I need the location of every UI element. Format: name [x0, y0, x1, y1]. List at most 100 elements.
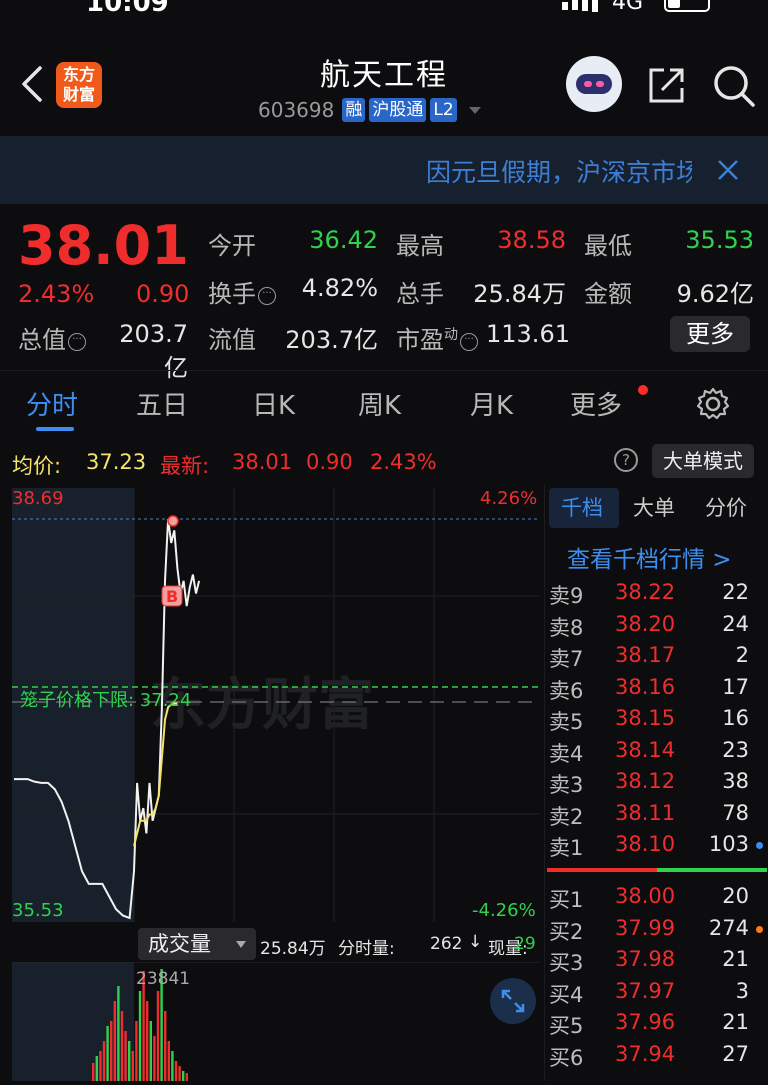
notice-banner[interactable]: 因元旦假期，沪深京市场: [0, 136, 768, 204]
stock-code: 603698: [258, 98, 335, 122]
ask-row[interactable]: 卖7 38.17 2: [545, 643, 768, 675]
volume-bar: [156, 991, 160, 1081]
volume-bar: [117, 986, 120, 1081]
notice-text[interactable]: 因元旦假期，沪深京市场: [426, 153, 692, 189]
volume-bar: [178, 1066, 181, 1081]
ask-price: 38.14: [615, 737, 676, 762]
tab-five-day[interactable]: 五日: [136, 385, 188, 422]
more-button[interactable]: 更多: [670, 316, 750, 352]
order-book-panel: 千档 大单 分价 查看千档行情 > 卖9 38.22 22 卖8 38.20 24 卖7 38…: [544, 484, 768, 1081]
ask-row[interactable]: 卖3 38.12 38: [545, 769, 768, 801]
gear-icon[interactable]: [694, 385, 732, 423]
open-label: 今开: [208, 232, 256, 260]
info-dots-icon[interactable]: ···: [460, 333, 478, 351]
ask-row[interactable]: 卖1 38.10 103: [545, 832, 768, 864]
change-amount: 0.90: [136, 280, 190, 308]
ask-row[interactable]: 卖4 38.14 23: [545, 738, 768, 770]
bid-level-label: 买3: [549, 951, 584, 975]
avg-label: 均价:: [12, 454, 62, 478]
bid-row[interactable]: 买4 37.97 3: [545, 979, 768, 1011]
fullscreen-button[interactable]: [490, 978, 536, 1024]
volume-bar: [92, 1063, 95, 1081]
mktcap-label[interactable]: 总值 ···: [18, 320, 86, 355]
ask-level-label: 卖2: [549, 804, 584, 829]
latest-percent: 2.43%: [370, 450, 437, 474]
volume-bar: [182, 1071, 185, 1081]
ask-row[interactable]: 卖9 38.22 22: [545, 580, 768, 612]
bid-level-label: 买1: [549, 888, 584, 912]
tab-intraday[interactable]: 分时: [26, 385, 78, 422]
volume-chart[interactable]: 23841: [0, 961, 544, 1081]
volume-peak-label: 23841: [136, 969, 190, 989]
info-dots-icon[interactable]: ···: [258, 287, 276, 305]
stock-header: 东方 财富 航天工程 603698 融 沪股通 L2: [0, 40, 768, 130]
high-value: 38.58: [497, 226, 566, 254]
change-dot-icon: [756, 925, 763, 933]
volume-bar: [164, 1011, 167, 1081]
turnover-label[interactable]: 换手 ···: [208, 274, 276, 309]
bid-row[interactable]: 买1 38.00 20: [545, 884, 768, 916]
search-icon[interactable]: [712, 64, 756, 108]
tab-level-depth[interactable]: 千档: [561, 492, 603, 522]
tab-price-split[interactable]: 分价: [705, 492, 747, 522]
ask-volume: 24: [722, 611, 749, 636]
tab-more[interactable]: 更多: [570, 385, 622, 422]
intraday-chart[interactable]: 东方财富 B 38.69 4.26% 笼子价格下限: 37.24 35.53 -…: [0, 484, 544, 924]
avg-value: 37.23: [86, 450, 147, 474]
ask-level-label: 卖6: [549, 678, 584, 703]
help-icon[interactable]: ?: [614, 448, 638, 472]
chart-tabs: 分时 五日 日K 周K 月K 更多: [0, 370, 768, 436]
volume-bar: [174, 1061, 178, 1081]
ask-level-label: 卖9: [549, 584, 584, 608]
amount-value: 9.62亿: [676, 280, 754, 308]
change-dot-icon: [756, 842, 763, 849]
chevron-down-icon[interactable]: [468, 106, 481, 114]
bid-row[interactable]: 买5 37.96 21: [545, 1010, 768, 1042]
volume-bar: [128, 1041, 131, 1081]
ask-volume: 16: [722, 706, 749, 730]
ask-row[interactable]: 卖5 38.15 16: [545, 706, 768, 738]
tab-monthly-k[interactable]: 月K: [470, 385, 513, 422]
buy-marker-text: B: [166, 587, 178, 606]
tag-level2: L2: [430, 98, 457, 122]
volume-bar: [135, 1021, 138, 1081]
ask-level-label: 卖7: [549, 647, 584, 671]
active-tab-indicator: [36, 427, 74, 431]
ask-bid-divider: [547, 868, 767, 872]
tab-weekly-k[interactable]: 周K: [358, 385, 401, 422]
volume-bar: [95, 1056, 98, 1081]
bid-volume: 20: [722, 884, 749, 908]
top-price-label: 38.69: [12, 488, 64, 509]
close-icon[interactable]: [714, 156, 742, 184]
big-order-mode-button[interactable]: 大单模式: [652, 444, 754, 478]
bid-row[interactable]: 买3 37.98 21: [545, 947, 768, 979]
bid-volume: 21: [722, 1010, 749, 1034]
bid-row[interactable]: 买6 37.94 27: [545, 1042, 768, 1074]
tab-daily-k[interactable]: 日K: [252, 385, 295, 422]
bid-row[interactable]: 买2 37.99 274: [545, 916, 768, 948]
signal-icon-bar: [592, 0, 598, 12]
volume-bar: [149, 1021, 152, 1081]
view-depth-link[interactable]: 查看千档行情 >: [567, 540, 732, 574]
info-dots-icon[interactable]: ···: [68, 333, 86, 351]
indicator-dropdown[interactable]: 成交量: [138, 928, 256, 960]
volume-total: 25.84万: [260, 939, 326, 959]
volume-bar: [185, 1073, 188, 1081]
pe-label[interactable]: 市盈动 ···: [396, 320, 478, 355]
bottom-price-label: 35.53: [12, 900, 64, 921]
ask-row[interactable]: 卖2 38.11 78: [545, 801, 768, 833]
ask-price: 38.11: [615, 800, 676, 825]
tab-big-order[interactable]: 大单: [633, 492, 675, 522]
share-icon[interactable]: [646, 64, 688, 106]
intraday-chart-svg[interactable]: 东方财富 B 38.69 4.26% 笼子价格下限: 37.24 35.53 -…: [0, 484, 544, 924]
signal-icon: [562, 2, 568, 10]
ask-row[interactable]: 卖8 38.20 24: [545, 612, 768, 644]
bid-volume: 3: [735, 978, 749, 1003]
ask-volume: 78: [722, 800, 749, 825]
ask-row[interactable]: 卖6 38.16 17: [545, 675, 768, 707]
assistant-robot-icon[interactable]: [566, 56, 622, 112]
volume-bar: [102, 1041, 106, 1081]
last-price: 38.01: [18, 214, 189, 277]
low-label: 最低: [584, 232, 632, 260]
stock-subtitle[interactable]: 603698 融 沪股通 L2: [258, 96, 481, 124]
